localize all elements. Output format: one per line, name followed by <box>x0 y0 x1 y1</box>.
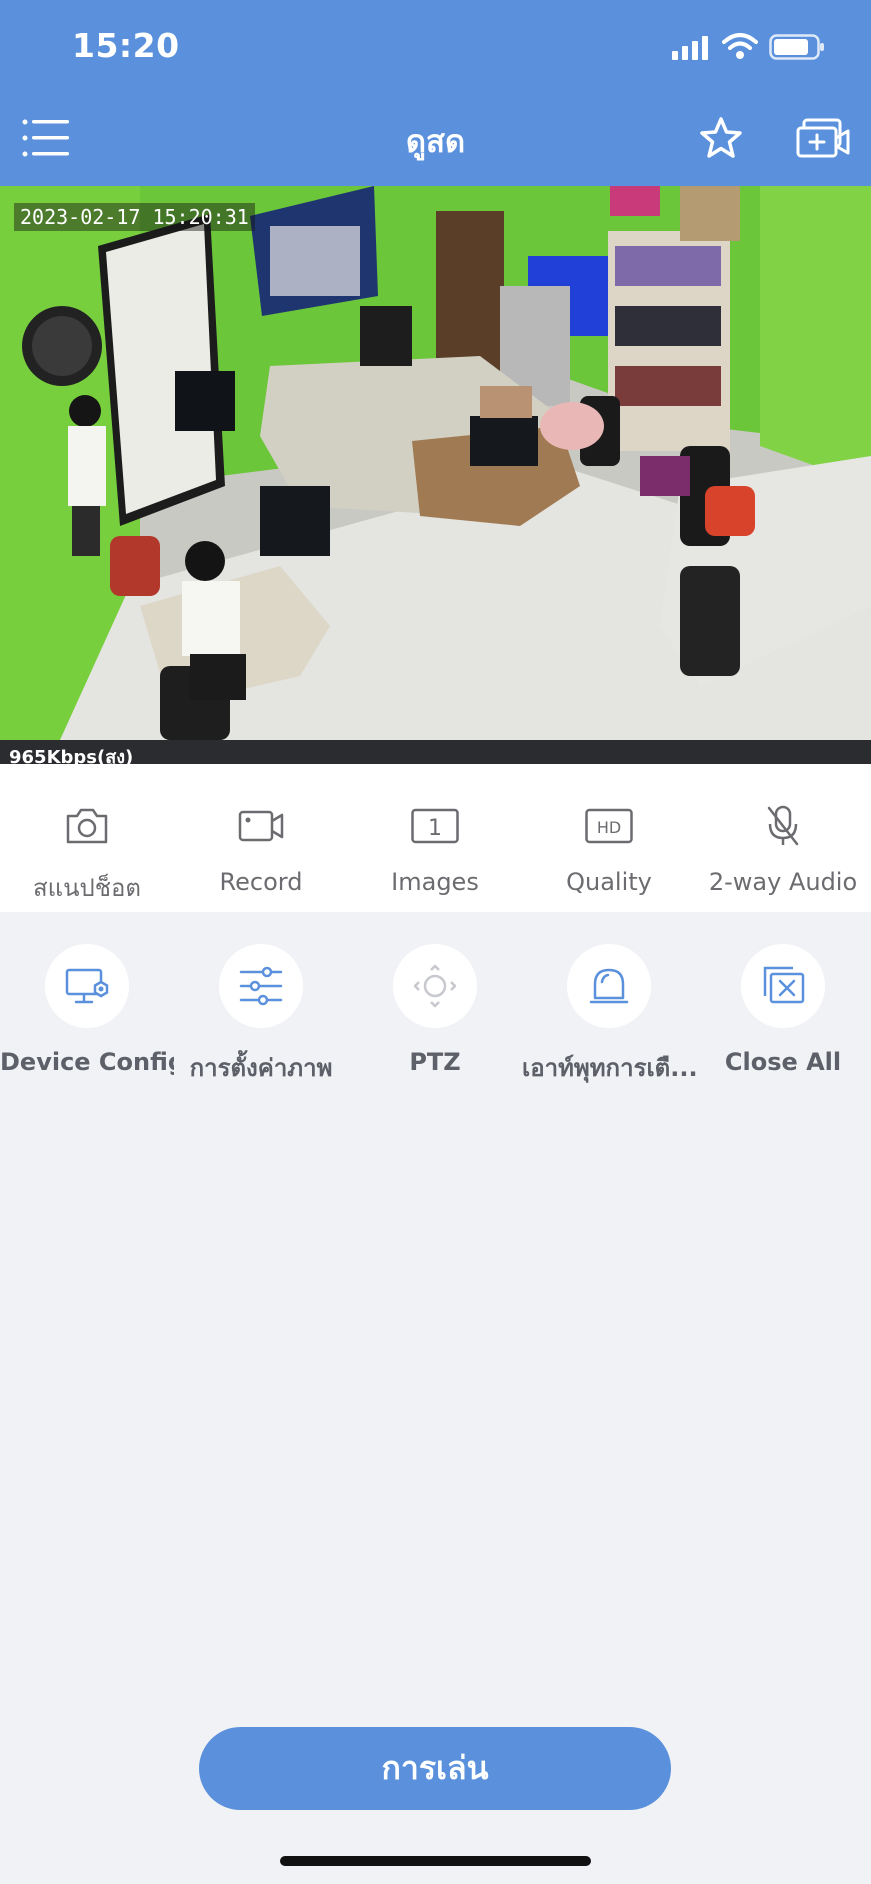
device-config-button[interactable]: Device Config <box>0 944 174 1076</box>
wifi-icon <box>722 33 758 59</box>
images-button[interactable]: 1 Images <box>348 804 522 896</box>
sliders-icon <box>239 966 283 1006</box>
live-actions-bar: สแนปช็อต Record 1 Images HD Quality 2-wa… <box>0 764 871 912</box>
alarm-output-circle <box>567 944 651 1028</box>
video-info-bar: 965Kbps(สูง) <box>0 740 871 764</box>
battery-icon <box>769 34 824 60</box>
ptz-joystick-icon <box>413 964 457 1008</box>
single-image-layout-icon: 1 <box>411 808 459 844</box>
snapshot-button[interactable]: สแนปช็อต <box>0 804 174 907</box>
hd-quality-icon: HD <box>585 808 633 844</box>
images-count-badge: 1 <box>428 816 442 841</box>
alarm-output-label: เอาท์พุทการเตื... <box>522 1054 696 1082</box>
record-button[interactable]: Record <box>174 804 348 896</box>
playback-button[interactable]: การเล่น <box>199 1727 671 1810</box>
device-config-label: Device Config <box>0 1048 174 1076</box>
top-header: 15:20 ดูสด <box>0 0 871 186</box>
two-way-audio-label: 2-way Audio <box>708 868 858 896</box>
tools-row: Device Config การตั้งค่าภาพ PTZ เอาท์พุท… <box>0 944 871 1082</box>
close-all-windows-icon <box>763 966 805 1004</box>
live-video-view[interactable]: 2023-02-17 15:20:31 965Kbps(สูง) <box>0 186 871 764</box>
camera-icon <box>66 808 108 844</box>
device-config-circle <box>45 944 129 1028</box>
ptz-circle <box>393 944 477 1028</box>
close-all-button[interactable]: Close All <box>696 944 870 1076</box>
image-settings-button[interactable]: การตั้งค่าภาพ <box>174 944 348 1087</box>
video-timestamp: 2023-02-17 15:20:31 <box>14 203 255 231</box>
quality-badge: HD <box>597 818 621 837</box>
monitor-settings-icon <box>65 968 109 1004</box>
add-camera-window-icon[interactable] <box>796 118 850 160</box>
home-indicator[interactable] <box>280 1856 591 1866</box>
snapshot-label: สแนปช็อต <box>32 874 142 902</box>
status-time: 15:20 <box>72 26 180 65</box>
two-way-audio-button[interactable]: 2-way Audio <box>696 804 870 896</box>
quality-button[interactable]: HD Quality <box>522 804 696 896</box>
bitrate-label: 965Kbps(สูง) <box>9 747 134 764</box>
microphone-muted-icon <box>767 805 799 846</box>
quality-label: Quality <box>566 868 652 896</box>
record-label: Record <box>219 868 303 896</box>
favorite-star-icon[interactable] <box>698 116 744 160</box>
alarm-light-icon <box>589 968 629 1004</box>
image-settings-label: การตั้งค่าภาพ <box>189 1054 333 1082</box>
alarm-output-button[interactable]: เอาท์พุทการเตื... <box>522 944 696 1087</box>
close-all-label: Close All <box>724 1048 842 1076</box>
video-record-icon <box>238 810 284 842</box>
cellular-signal-icon <box>672 36 708 60</box>
image-settings-circle <box>219 944 303 1028</box>
images-label: Images <box>391 868 479 896</box>
close-all-circle <box>741 944 825 1028</box>
ptz-label: PTZ <box>409 1048 461 1076</box>
ptz-button[interactable]: PTZ <box>348 944 522 1076</box>
camera-feed-image <box>0 186 871 740</box>
